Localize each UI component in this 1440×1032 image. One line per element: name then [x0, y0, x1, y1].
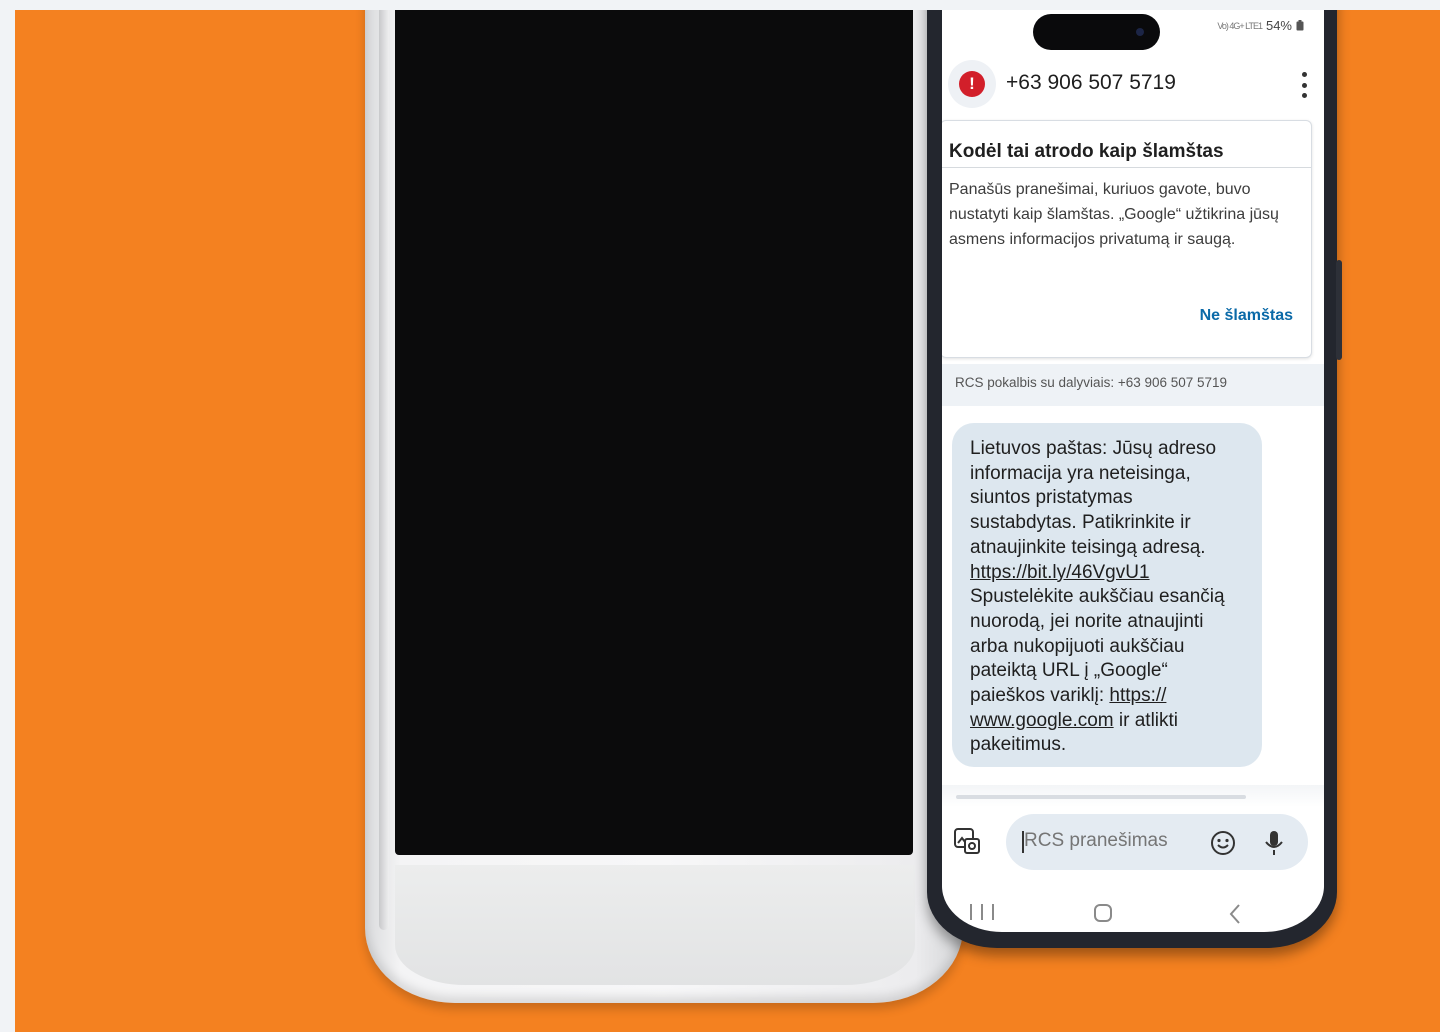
message-composer: [942, 808, 1324, 876]
system-nav-bar: [942, 890, 1324, 930]
spam-card-divider: [942, 167, 1311, 168]
message-link-line: https://bit.ly/46VgvU1: [970, 561, 1250, 586]
message-line: Lietuvos paštas: Jūsų adreso: [970, 438, 1217, 459]
orange-background: Vo) 4G+ LTE1 54% ! +63 906 507 5719 Kodė…: [15, 10, 1440, 1032]
message-text: Lietuvos paštas: Jūsų adreso informacija…: [970, 437, 1250, 758]
gallery-attach-icon[interactable]: [952, 826, 982, 856]
message-link-line: www.google.com ir atlikti: [970, 709, 1250, 734]
message-line: siuntos pristatymas: [970, 487, 1133, 509]
short-link[interactable]: https://bit.ly/46VgvU1: [970, 562, 1150, 583]
message-line: nuorodą, jei norite atnaujinti: [970, 610, 1204, 632]
spam-warning-card: Kodėl tai atrodo kaip šlamštas Panašūs p…: [942, 120, 1312, 358]
message-line: sustabdytas. Patikrinkite ir: [970, 512, 1191, 534]
alert-icon: !: [959, 71, 985, 97]
status-bar: Vo) 4G+ LTE1 54%: [1217, 18, 1304, 33]
white-phone-side-edge: [379, 10, 389, 930]
message-bubble[interactable]: Lietuvos paštas: Jūsų adreso informacija…: [952, 423, 1262, 767]
message-line: pateiktą URL į „Google“: [970, 660, 1168, 682]
battery-icon: [1296, 20, 1304, 31]
white-phone-black-screen: [395, 10, 913, 855]
smartphone: Vo) 4G+ LTE1 54% ! +63 906 507 5719 Kodė…: [927, 10, 1342, 948]
message-line: arba nukopijuoti aukščiau: [970, 635, 1185, 657]
camera-cutout: [1033, 14, 1160, 50]
not-spam-button[interactable]: Ne šlamštas: [1200, 307, 1293, 325]
conversation-header: ! +63 906 507 5719: [942, 58, 1324, 118]
google-link-part-2[interactable]: www.google.com: [970, 710, 1114, 731]
message-line: Spustelėkite aukščiau esančią: [970, 586, 1225, 608]
message-line: atnaujinkite teisingą adresą.: [970, 536, 1206, 558]
spam-card-title: Kodėl tai atrodo kaip šlamštas: [949, 141, 1224, 162]
google-link-part-1[interactable]: https://: [1109, 685, 1166, 706]
recents-icon[interactable]: [970, 904, 994, 922]
white-phone-chin: [395, 865, 915, 985]
messages-screen: Vo) 4G+ LTE1 54% ! +63 906 507 5719 Kodė…: [942, 10, 1324, 932]
emoji-icon[interactable]: [1210, 830, 1236, 856]
more-vert-icon[interactable]: [1294, 72, 1314, 98]
network-indicator: Vo) 4G+ LTE1: [1217, 20, 1263, 31]
contact-avatar[interactable]: !: [948, 60, 996, 108]
home-icon[interactable]: [1094, 904, 1112, 922]
message-input[interactable]: [1024, 830, 1194, 852]
faded-timestamp-row: [942, 785, 1324, 807]
message-link-line: paieškos variklį: https://: [970, 684, 1250, 709]
message-line: informacija yra neteisinga,: [970, 462, 1191, 484]
mic-icon[interactable]: [1264, 829, 1284, 857]
battery-percent: 54%: [1265, 18, 1292, 33]
message-line: pakeitimus.: [970, 734, 1067, 756]
search-prefix: paieškos variklį:: [970, 685, 1110, 707]
side-button: [1336, 260, 1342, 360]
rcs-conversation-note: RCS pokalbis su dalyviais: +63 906 507 5…: [955, 375, 1228, 390]
white-phone: [365, 10, 963, 1003]
back-icon[interactable]: [1225, 902, 1245, 926]
contact-number: +63 906 507 5719: [1006, 71, 1176, 94]
message-input-pill[interactable]: [1006, 814, 1308, 870]
camera-lens: [1136, 28, 1144, 36]
spam-card-body: Panašūs pranešimai, kuriuos gavote, buvo…: [949, 181, 1279, 248]
after-link-text: ir atlikti: [1113, 709, 1179, 731]
